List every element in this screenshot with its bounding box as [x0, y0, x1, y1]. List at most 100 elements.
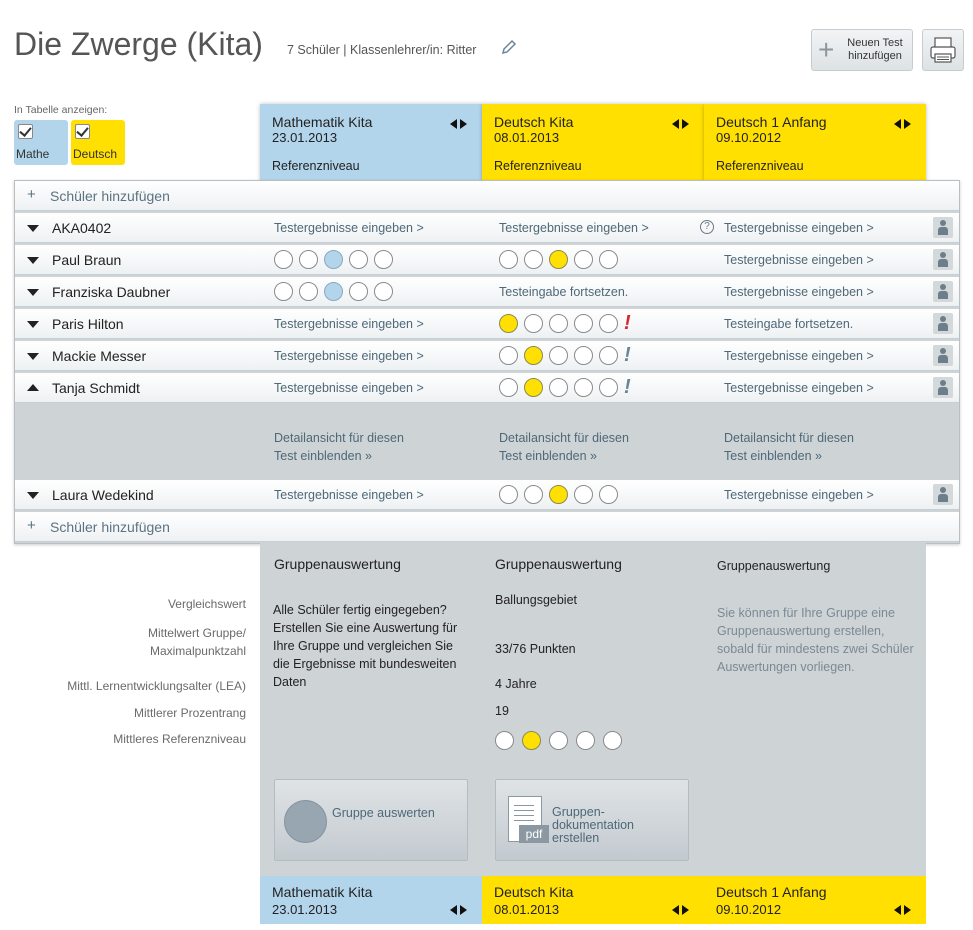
level-dot	[499, 314, 518, 333]
move-arrows-icon[interactable]	[672, 118, 692, 130]
create-pdf-button[interactable]: pdf Gruppen- dokumentation erstellen	[495, 779, 689, 861]
table-row[interactable]: Paris Hilton Testergebnisse eingeben > !…	[15, 309, 959, 339]
move-arrows-icon[interactable]	[450, 904, 470, 916]
detail-view-link[interactable]: Detailansicht für diesen Test einblenden…	[724, 429, 854, 465]
person-icon[interactable]	[933, 281, 953, 302]
plus-icon: +	[27, 186, 36, 203]
warning-icon[interactable]: !	[624, 312, 631, 335]
move-arrows-icon[interactable]	[672, 904, 692, 916]
move-arrows-icon[interactable]	[894, 118, 914, 130]
test-footer-deutsch-anfang[interactable]: Deutsch 1 Anfang 09.10.2012	[704, 876, 926, 924]
print-button[interactable]	[922, 29, 964, 71]
person-icon[interactable]	[933, 377, 953, 398]
expand-icon[interactable]	[27, 289, 39, 296]
filter-mathe-toggle[interactable]: Mathe	[14, 120, 68, 165]
test-date: 09.10.2012	[716, 902, 782, 917]
detail-link-line1: Detailansicht für diesen	[274, 431, 404, 445]
prozentrang-label: Mittlerer Prozentrang	[133, 706, 246, 720]
expand-icon[interactable]	[27, 321, 39, 328]
test-header-mathematik[interactable]: Mathematik Kita 23.01.2013 Referenznivea…	[260, 104, 482, 182]
hint-line: Ihre Gruppe und vergleichen Sie	[273, 639, 453, 653]
enter-results-link[interactable]: Testergebnisse eingeben >	[274, 381, 424, 395]
table-row[interactable]: Franziska Daubner Testeingabe fortsetzen…	[15, 277, 959, 307]
filter-deutsch-toggle[interactable]: Deutsch	[71, 120, 125, 165]
detail-link-line2: Test einblenden »	[499, 449, 597, 463]
lea-label: Mittl. Lernentwicklungsalter (LEA)	[67, 679, 246, 693]
level-dot	[576, 731, 595, 750]
level-dot	[549, 485, 568, 504]
table-row[interactable]: Paul Braun Testergebnisse eingeben >	[15, 245, 959, 275]
enter-results-link[interactable]: Testergebnisse eingeben >	[499, 221, 649, 235]
enter-results-link[interactable]: Testergebnisse eingeben >	[724, 285, 874, 299]
person-icon[interactable]	[933, 484, 953, 505]
level-label: Referenzniveau	[494, 159, 582, 173]
test-name: Deutsch Kita	[494, 884, 574, 900]
test-date: 08.01.2013	[494, 902, 560, 917]
info-line: Sie können für Ihre Gruppe eine	[717, 606, 895, 620]
add-test-button[interactable]: + Neuen Test hinzufügen	[811, 29, 913, 71]
info-line: Auswertungen vorliegen.	[717, 660, 855, 674]
person-icon[interactable]	[933, 249, 953, 270]
table-row[interactable]: AKA0402 Testergebnisse eingeben > Tester…	[15, 213, 959, 243]
level-dot	[499, 346, 518, 365]
notice-icon[interactable]: !	[624, 376, 631, 399]
level-dot	[549, 346, 568, 365]
level-dot	[499, 378, 518, 397]
expand-icon[interactable]	[27, 353, 39, 360]
move-arrows-icon[interactable]	[450, 118, 470, 130]
detail-view-link[interactable]: Detailansicht für diesen Test einblenden…	[499, 429, 629, 465]
table-row[interactable]: Tanja Schmidt Testergebnisse eingeben > …	[15, 373, 959, 403]
checkbox-icon[interactable]	[75, 124, 90, 139]
expand-icon[interactable]	[27, 257, 39, 264]
filter-deutsch-label: Deutsch	[73, 147, 118, 161]
notice-icon[interactable]: !	[624, 344, 631, 367]
expand-icon[interactable]	[27, 492, 39, 499]
filter-mathe-label: Mathe	[16, 147, 50, 161]
detail-view-link[interactable]: Detailansicht für diesen Test einblenden…	[274, 429, 404, 465]
enter-results-link[interactable]: Testergebnisse eingeben >	[724, 381, 874, 395]
collapse-icon[interactable]	[27, 384, 39, 391]
level-dot	[574, 250, 593, 269]
student-name: Tanja Schmidt	[52, 380, 140, 396]
level-dot	[549, 378, 568, 397]
enter-results-link[interactable]: Testergebnisse eingeben >	[724, 221, 874, 235]
enter-results-link[interactable]: Testergebnisse eingeben >	[724, 349, 874, 363]
test-footer-mathematik[interactable]: Mathematik Kita 23.01.2013	[260, 876, 482, 924]
detail-link-line1: Detailansicht für diesen	[499, 431, 629, 445]
level-dot	[374, 282, 393, 301]
plus-icon: +	[818, 34, 835, 65]
pencil-icon[interactable]	[500, 38, 518, 56]
table-row[interactable]: Mackie Messer Testergebnisse eingeben > …	[15, 341, 959, 371]
student-name: Mackie Messer	[52, 348, 147, 364]
prozentrang-value: 19	[495, 704, 509, 718]
test-footer-deutsch-kita[interactable]: Deutsch Kita 08.01.2013	[482, 876, 704, 924]
help-icon[interactable]: ?	[700, 220, 714, 234]
test-date: 23.01.2013	[272, 902, 338, 917]
level-dot	[599, 346, 618, 365]
level-dot	[524, 250, 543, 269]
enter-results-link[interactable]: Testergebnisse eingeben >	[274, 488, 424, 502]
test-header-deutsch-anfang[interactable]: Deutsch 1 Anfang 09.10.2012 Referenznive…	[704, 104, 926, 182]
continue-entry-link[interactable]: Testeingabe fortsetzen.	[499, 285, 628, 299]
enter-results-link[interactable]: Testergebnisse eingeben >	[274, 317, 424, 331]
enter-results-link[interactable]: Testergebnisse eingeben >	[274, 349, 424, 363]
person-icon[interactable]	[933, 313, 953, 334]
level-label: Referenzniveau	[716, 159, 804, 173]
hint-line: die Ergebnisse mit bundesweiten	[273, 657, 457, 671]
enter-results-link[interactable]: Testergebnisse eingeben >	[724, 488, 874, 502]
table-row[interactable]: Laura Wedekind Testergebnisse eingeben >…	[15, 480, 959, 510]
add-student-row[interactable]: + Schüler hinzufügen	[15, 512, 959, 542]
test-header-deutsch-kita[interactable]: Deutsch Kita 08.01.2013 Referenzniveau	[482, 104, 704, 182]
plus-icon: +	[27, 517, 36, 534]
person-icon[interactable]	[933, 217, 953, 238]
add-student-row[interactable]: + Schüler hinzufügen	[15, 181, 959, 211]
detail-link-line2: Test einblenden »	[724, 449, 822, 463]
continue-entry-link[interactable]: Testeingabe fortsetzen.	[724, 317, 853, 331]
move-arrows-icon[interactable]	[894, 904, 914, 916]
person-icon[interactable]	[933, 345, 953, 366]
evaluate-group-button[interactable]: Gruppe auswerten	[274, 779, 468, 861]
enter-results-link[interactable]: Testergebnisse eingeben >	[724, 253, 874, 267]
enter-results-link[interactable]: Testergebnisse eingeben >	[274, 221, 424, 235]
checkbox-icon[interactable]	[18, 124, 33, 139]
expand-icon[interactable]	[27, 225, 39, 232]
